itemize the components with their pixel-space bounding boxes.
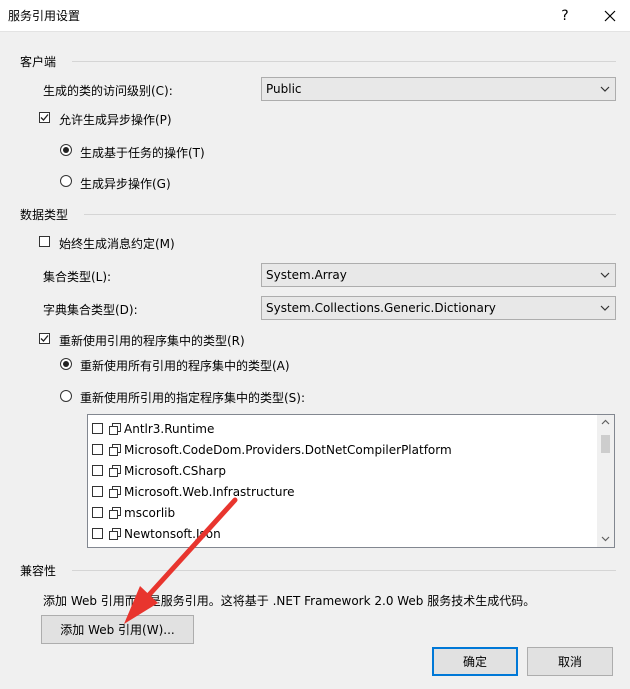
assembly-list[interactable]: Antlr3.Runtime Microsoft.CodeDom.Provide… (87, 414, 615, 548)
window-title: 服务引用设置 (8, 9, 81, 23)
question-mark-icon: ? (561, 7, 569, 24)
reuse-types-checkbox[interactable] (39, 333, 50, 344)
assembly-name: Newtonsoft.Json (124, 526, 221, 541)
assembly-icon (109, 464, 121, 477)
access-level-label: 生成的类的访问级别(C): (43, 84, 173, 98)
datatype-section-divider (84, 214, 616, 215)
client-section-header: 客户端 (20, 55, 57, 69)
task-ops-label: 生成基于任务的操作(T) (80, 146, 205, 160)
assembly-icon (109, 506, 121, 519)
collection-type-label: 集合类型(L): (43, 270, 112, 284)
dict-type-value: System.Collections.Generic.Dictionary (266, 301, 496, 315)
checkbox-box[interactable] (92, 486, 103, 497)
checkbox-box[interactable] (92, 528, 103, 539)
list-item[interactable]: Microsoft.CodeDom.Providers.DotNetCompil… (92, 439, 452, 460)
checkmark-icon (40, 114, 49, 121)
checkbox-box (39, 333, 50, 344)
list-item[interactable]: Newtonsoft.Json (92, 523, 221, 544)
list-item[interactable]: Antlr3.Runtime (92, 418, 214, 439)
async-ops-radio[interactable] (60, 175, 72, 187)
checkbox-box[interactable] (92, 444, 103, 455)
access-level-select[interactable]: Public (261, 77, 616, 101)
assembly-name: Microsoft.Web.Infrastructure (124, 484, 295, 499)
allow-async-label: 允许生成异步操作(P) (59, 113, 172, 127)
radio-circle (60, 358, 72, 370)
checkbox-box[interactable] (92, 465, 103, 476)
assembly-name: Antlr3.Runtime (124, 421, 215, 436)
close-icon (604, 10, 616, 21)
assembly-name: mscorlib (124, 505, 176, 520)
assembly-icon (109, 527, 121, 540)
always-gen-contracts-label: 始终生成消息约定(M) (59, 237, 175, 251)
dict-type-select[interactable]: System.Collections.Generic.Dictionary (261, 296, 616, 320)
radio-dot (63, 147, 69, 153)
scroll-down-icon[interactable] (601, 536, 610, 542)
cancel-button[interactable]: 取消 (527, 647, 613, 676)
radio-circle (60, 144, 72, 156)
chevron-down-icon (595, 86, 615, 92)
assembly-name: Microsoft.CodeDom.Providers.DotNetCompil… (124, 442, 452, 457)
compat-section-header: 兼容性 (20, 564, 57, 578)
task-ops-radio[interactable] (60, 144, 72, 156)
radio-dot (63, 361, 69, 367)
assembly-icon (109, 443, 121, 456)
assembly-icon (109, 422, 121, 435)
reuse-all-radio[interactable] (60, 358, 72, 370)
add-web-reference-button[interactable]: 添加 Web 引用(W)... (41, 615, 194, 644)
reuse-types-label: 重新使用引用的程序集中的类型(R) (59, 334, 245, 348)
allow-async-checkbox[interactable] (39, 112, 50, 123)
always-gen-contracts-checkbox[interactable] (39, 236, 50, 247)
list-item[interactable]: Microsoft.Web.Infrastructure (92, 481, 295, 502)
radio-circle (60, 175, 72, 187)
checkmark-icon (40, 335, 49, 342)
access-level-value: Public (266, 82, 302, 96)
dict-type-label: 字典集合类型(D): (43, 303, 138, 317)
scroll-up-icon[interactable] (601, 419, 610, 425)
list-scrollbar[interactable] (597, 415, 614, 547)
radio-circle (60, 390, 72, 402)
chevron-down-icon (595, 272, 615, 278)
assembly-name: Microsoft.CSharp (124, 463, 226, 478)
reuse-specified-label: 重新使用所引用的指定程序集中的类型(S): (80, 391, 306, 405)
checkbox-box[interactable] (92, 507, 103, 518)
assembly-icon (109, 485, 121, 498)
checkbox-box (39, 236, 50, 247)
compat-section-divider (72, 570, 616, 571)
chevron-down-icon (595, 305, 615, 311)
checkbox-box (39, 112, 50, 123)
title-bar: 服务引用设置 ? (0, 0, 630, 32)
help-button[interactable]: ? (543, 0, 587, 31)
checkbox-box[interactable] (92, 423, 103, 434)
datatype-section-header: 数据类型 (20, 208, 69, 222)
reuse-all-label: 重新使用所有引用的程序集中的类型(A) (80, 359, 290, 373)
async-ops-label: 生成异步操作(G) (80, 177, 171, 191)
reuse-specified-radio[interactable] (60, 390, 72, 402)
collection-type-value: System.Array (266, 268, 347, 282)
ok-button[interactable]: 确定 (432, 647, 518, 676)
compat-description: 添加 Web 引用而不是服务引用。这将基于 .NET Framework 2.0… (43, 594, 536, 608)
list-item[interactable]: Microsoft.CSharp (92, 460, 226, 481)
scroll-thumb[interactable] (601, 435, 610, 453)
collection-type-select[interactable]: System.Array (261, 263, 616, 287)
list-item[interactable]: mscorlib (92, 502, 175, 523)
client-section-divider (72, 61, 616, 62)
close-button[interactable] (588, 0, 630, 31)
